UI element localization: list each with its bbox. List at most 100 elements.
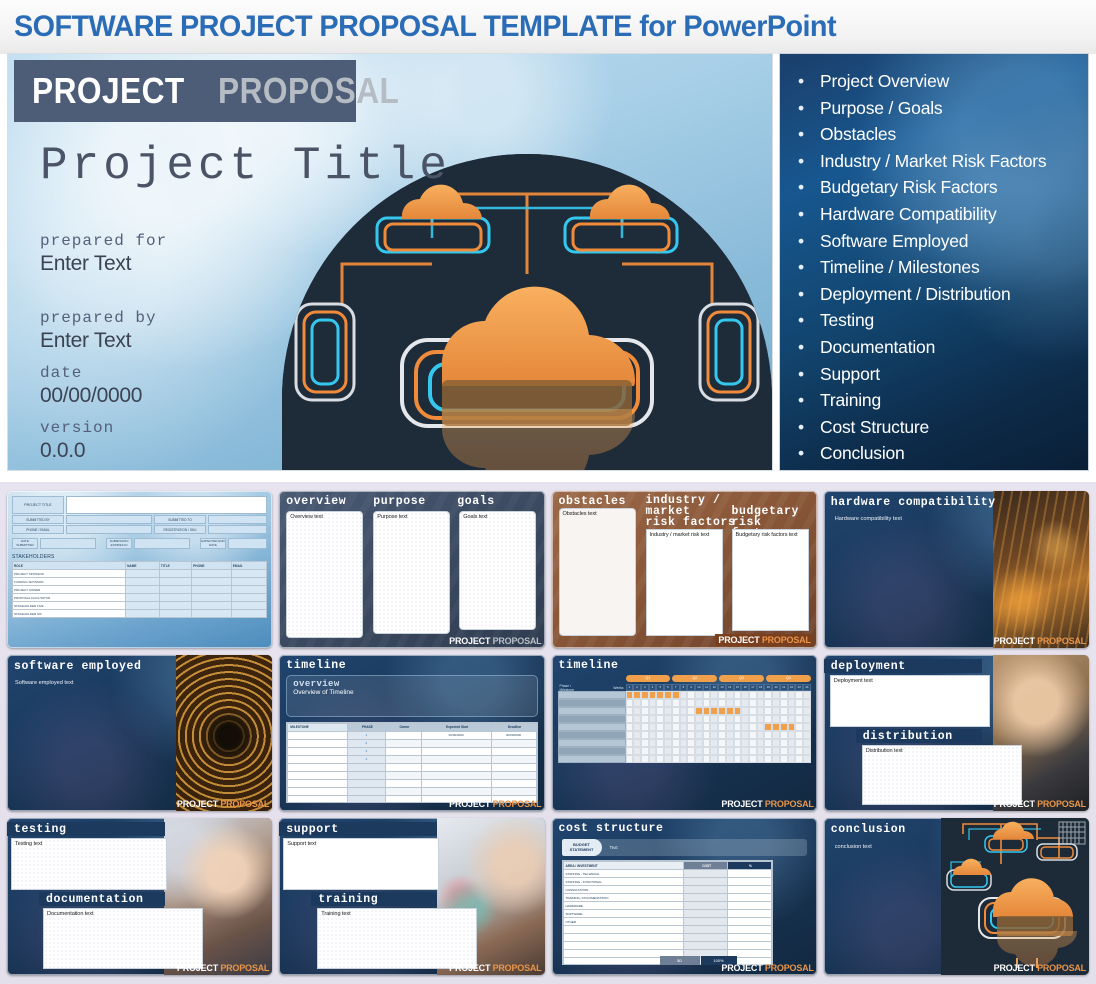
- timeline-milestone-table[interactable]: MILESTONE PHASE Owner Expected Start Deadlin…: [286, 721, 538, 804]
- gantt-cell[interactable]: [779, 754, 788, 763]
- gantt-cell[interactable]: [741, 714, 749, 723]
- gantt-cell[interactable]: [795, 730, 804, 739]
- stakeholder-cell[interactable]: [158, 569, 193, 578]
- gantt-cell[interactable]: [656, 730, 665, 739]
- thumbnail-conclusion[interactable]: conclusion conclusion text PROJECT PROPO…: [823, 818, 1089, 975]
- gantt-cell[interactable]: [795, 754, 804, 763]
- stakeholder-cell[interactable]: [230, 577, 268, 586]
- gantt-cell[interactable]: [725, 714, 734, 723]
- gantt-cell[interactable]: [656, 706, 665, 715]
- gantt-cell[interactable]: [803, 690, 811, 699]
- gantt-bar-cell[interactable]: [648, 690, 657, 699]
- timeline-cell[interactable]: [385, 770, 422, 780]
- thumbnail-timeline-gantt[interactable]: timeline Q1 Q2 Q3 Q4 Phase / Milestone Week…: [551, 654, 817, 812]
- gantt-bar-cell[interactable]: [779, 722, 788, 731]
- gantt-cell[interactable]: [772, 754, 780, 763]
- gantt-cell[interactable]: [741, 698, 749, 707]
- gantt-cell[interactable]: [625, 722, 634, 731]
- gantt-cell[interactable]: [764, 754, 773, 763]
- thumbnail-cost-structure[interactable]: cost structure BUDGET STATEMENT Text ARE…: [551, 818, 817, 975]
- gantt-cell[interactable]: [648, 730, 657, 739]
- gantt-cell[interactable]: [779, 738, 788, 747]
- gantt-cell[interactable]: [664, 746, 672, 755]
- cost-table[interactable]: AREA / INVESTMENT COST% STAFFING - TECHNI…: [561, 860, 773, 965]
- stakeholder-cell[interactable]: [230, 585, 268, 594]
- gantt-cell[interactable]: [733, 690, 742, 699]
- stakeholder-cell[interactable]: [158, 609, 193, 618]
- gantt-cell[interactable]: [733, 714, 742, 723]
- gantt-cell[interactable]: [679, 714, 688, 723]
- gantt-cell[interactable]: [656, 722, 665, 731]
- gantt-cell[interactable]: [679, 690, 688, 699]
- cost-row-label[interactable]: STAFFING - TECHNICAL: [562, 869, 685, 879]
- stakeholder-cell[interactable]: [125, 609, 160, 618]
- gantt-bar-cell[interactable]: [671, 690, 680, 699]
- gantt-cell[interactable]: [687, 714, 695, 723]
- gantt-cell[interactable]: [733, 730, 742, 739]
- gantt-bar-cell[interactable]: [702, 706, 711, 715]
- stakeholder-cell[interactable]: [191, 601, 232, 610]
- gantt-cell[interactable]: [749, 714, 757, 723]
- gantt-row[interactable]: [557, 746, 811, 755]
- date-value[interactable]: 00/00/0000: [40, 384, 142, 408]
- gantt-cell[interactable]: [772, 714, 780, 723]
- gantt-cell[interactable]: [803, 754, 811, 763]
- gantt-cell[interactable]: [664, 738, 672, 747]
- cost-cell[interactable]: [683, 877, 729, 887]
- timeline-cell[interactable]: [385, 794, 422, 803]
- gantt-cell[interactable]: [625, 714, 634, 723]
- thumbnail-support[interactable]: support Support text training Training t…: [279, 818, 545, 975]
- gantt-cell[interactable]: [756, 690, 765, 699]
- gantt-cell[interactable]: [687, 746, 695, 755]
- gantt-cell[interactable]: [648, 706, 657, 715]
- gantt-cell[interactable]: [756, 698, 765, 707]
- gantt-cell[interactable]: [633, 698, 641, 707]
- gantt-cell[interactable]: [640, 738, 649, 747]
- table-row[interactable]: 4: [287, 754, 537, 764]
- gantt-cell[interactable]: [702, 738, 711, 747]
- gantt-bar-cell[interactable]: [725, 706, 734, 715]
- cover-input-registration[interactable]: [208, 525, 268, 534]
- gantt-cell[interactable]: [656, 746, 665, 755]
- stakeholder-cell[interactable]: [191, 585, 232, 594]
- gantt-cell[interactable]: [779, 698, 788, 707]
- gantt-cell[interactable]: [764, 738, 773, 747]
- gantt-cell[interactable]: [687, 690, 695, 699]
- gantt-cell[interactable]: [710, 698, 719, 707]
- thumbnail-overview[interactable]: overview purpose goals Overview text Pur…: [279, 491, 545, 648]
- gantt-cell[interactable]: [694, 722, 703, 731]
- timeline-cell[interactable]: [490, 762, 537, 772]
- thumbnail-obstacles[interactable]: obstacles industry / market risk factors…: [551, 491, 817, 648]
- cost-cell[interactable]: [683, 909, 729, 919]
- timeline-cell[interactable]: [287, 794, 348, 803]
- gantt-cell[interactable]: [756, 722, 765, 731]
- gantt-cell[interactable]: [749, 690, 757, 699]
- cost-cell[interactable]: [562, 941, 685, 951]
- table-row[interactable]: PROPOSAL FACILITATOR: [11, 593, 268, 602]
- gantt-cell[interactable]: [803, 746, 811, 755]
- timeline-cell[interactable]: [385, 730, 422, 740]
- timeline-cell[interactable]: [385, 746, 422, 756]
- gantt-cell[interactable]: [795, 738, 804, 747]
- gantt-cell[interactable]: [625, 730, 634, 739]
- gantt-cell[interactable]: [764, 706, 773, 715]
- gantt-cell[interactable]: [671, 722, 680, 731]
- gantt-cell[interactable]: [694, 690, 703, 699]
- gantt-cell[interactable]: [633, 706, 641, 715]
- stakeholder-role-cell[interactable]: PROJECT OWNER: [11, 585, 127, 594]
- overview-textbox-3[interactable]: Goals text: [459, 511, 537, 630]
- gantt-cell[interactable]: [625, 738, 634, 747]
- gantt-cell[interactable]: [648, 698, 657, 707]
- prepared-by-value[interactable]: Enter Text: [40, 329, 157, 353]
- timeline-cell[interactable]: [385, 786, 422, 796]
- timeline-cell[interactable]: 1: [346, 730, 387, 740]
- gantt-cell[interactable]: [787, 738, 796, 747]
- cost-cell[interactable]: [727, 893, 772, 903]
- gantt-cell[interactable]: [795, 722, 804, 731]
- gantt-cell[interactable]: [710, 690, 719, 699]
- timeline-cell[interactable]: [346, 770, 387, 780]
- gantt-bar-cell[interactable]: [710, 706, 719, 715]
- gantt-cell[interactable]: [718, 698, 726, 707]
- cost-row-label[interactable]: TRAINING / DOCUMENTATION: [562, 893, 685, 903]
- cost-cell[interactable]: [683, 925, 729, 935]
